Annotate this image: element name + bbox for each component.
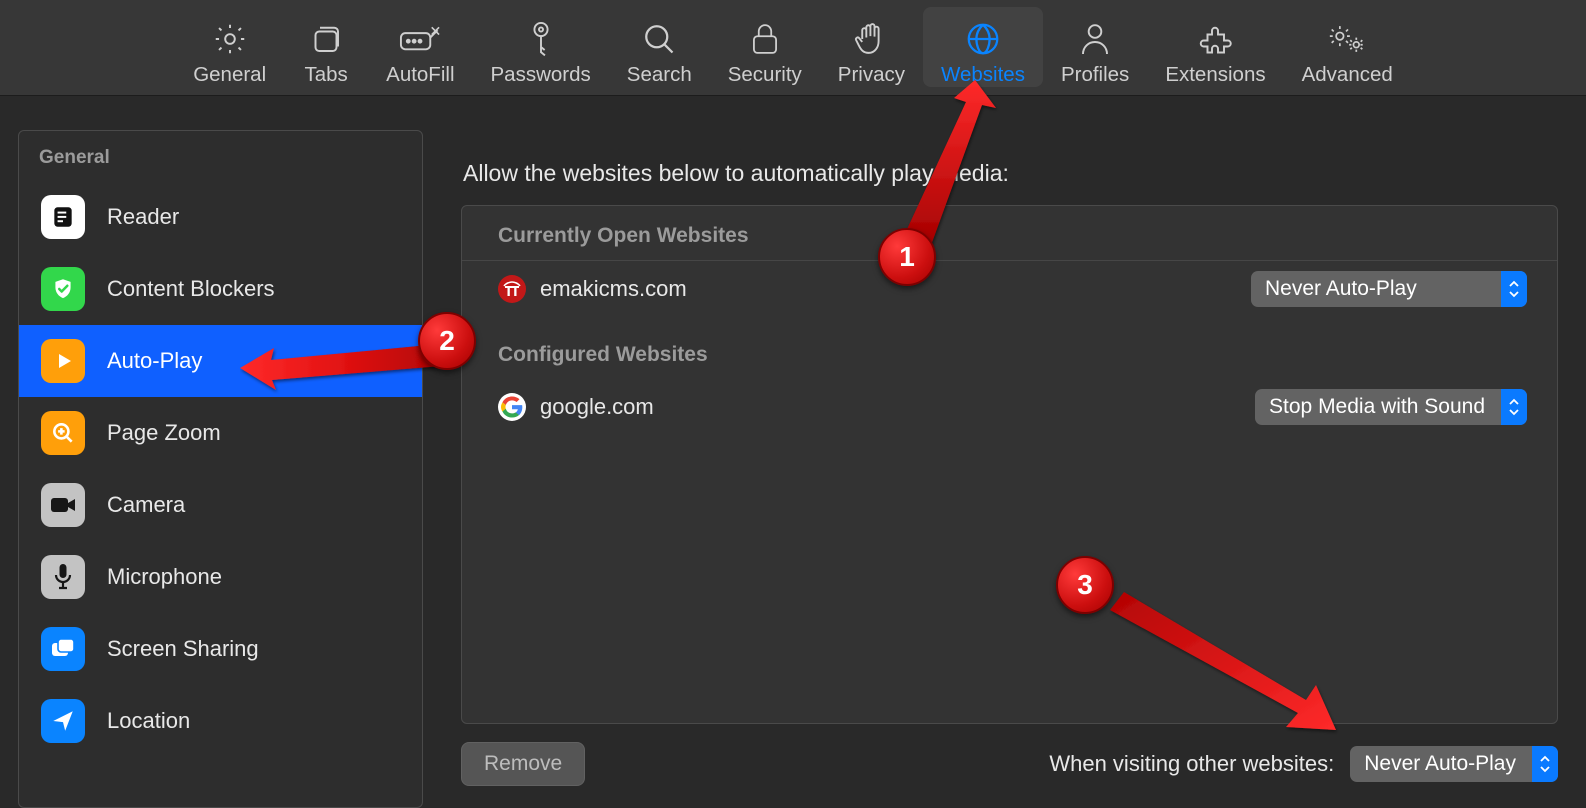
tab-autofill[interactable]: AutoFill	[368, 7, 472, 87]
tab-label: Advanced	[1302, 63, 1393, 87]
stepper-icon	[1532, 746, 1558, 782]
zoom-icon	[41, 411, 85, 455]
sidebar-section-header: General	[19, 131, 422, 181]
tab-privacy[interactable]: Privacy	[820, 7, 923, 87]
sidebar-item-label: Location	[107, 708, 190, 734]
search-icon	[641, 19, 677, 59]
tab-tabs[interactable]: Tabs	[284, 7, 368, 87]
autoplay-settings-panel: Allow the websites below to automaticall…	[433, 96, 1586, 808]
stepper-icon	[1501, 389, 1527, 425]
tab-label: Websites	[941, 63, 1025, 87]
tab-passwords[interactable]: Passwords	[473, 7, 609, 87]
sidebar-item-label: Screen Sharing	[107, 636, 259, 662]
sidebar-item-page-zoom[interactable]: Page Zoom	[19, 397, 422, 469]
sidebar-item-camera[interactable]: Camera	[19, 469, 422, 541]
tab-label: AutoFill	[386, 63, 454, 87]
policy-select-value: Stop Media with Sound	[1255, 395, 1501, 419]
policy-select[interactable]: Never Auto-Play	[1251, 271, 1527, 307]
gear-icon	[212, 19, 248, 59]
windows-icon	[41, 627, 85, 671]
sidebar-item-label: Microphone	[107, 564, 222, 590]
globe-icon	[965, 19, 1001, 59]
location-arrow-icon	[41, 699, 85, 743]
site-domain: emakicms.com	[540, 276, 687, 302]
policy-select[interactable]: Stop Media with Sound	[1255, 389, 1527, 425]
policy-select-value: Never Auto-Play	[1350, 752, 1532, 776]
tab-label: Privacy	[838, 63, 905, 87]
tab-security[interactable]: Security	[710, 7, 820, 87]
footer-row: Remove When visiting other websites: Nev…	[461, 740, 1558, 788]
configured-header: Configured Websites	[462, 317, 1557, 379]
sidebar-item-label: Auto-Play	[107, 348, 202, 374]
sidebar-item-label: Content Blockers	[107, 276, 275, 302]
person-icon	[1078, 19, 1112, 59]
tab-advanced[interactable]: Advanced	[1284, 7, 1411, 87]
sidebar-item-label: Page Zoom	[107, 420, 221, 446]
tab-websites[interactable]: Websites	[923, 7, 1043, 87]
tab-search[interactable]: Search	[609, 7, 710, 87]
shield-icon	[41, 267, 85, 311]
reader-icon	[41, 195, 85, 239]
remove-button[interactable]: Remove	[461, 742, 585, 786]
sidebar-item-screen-sharing[interactable]: Screen Sharing	[19, 613, 422, 685]
site-favicon-icon	[498, 275, 526, 303]
tab-label: Extensions	[1165, 63, 1265, 87]
sidebar-item-location[interactable]: Location	[19, 685, 422, 757]
preferences-toolbar: General Tabs AutoFill Passwords Search S…	[0, 0, 1586, 96]
sidebar-item-auto-play[interactable]: Auto-Play	[19, 325, 422, 397]
currently-open-header: Currently Open Websites	[462, 206, 1557, 261]
site-favicon-icon	[498, 393, 526, 421]
default-policy-select[interactable]: Never Auto-Play	[1350, 746, 1558, 782]
stepper-icon	[1501, 271, 1527, 307]
website-list-box: Currently Open Websites emakicms.com Nev…	[461, 205, 1558, 724]
footer-label: When visiting other websites:	[1049, 751, 1334, 777]
tabs-icon	[308, 19, 344, 59]
tab-label: Tabs	[304, 63, 347, 87]
puzzle-icon	[1197, 19, 1233, 59]
sidebar-item-microphone[interactable]: Microphone	[19, 541, 422, 613]
autofill-icon	[398, 19, 442, 59]
website-row[interactable]: emakicms.com Never Auto-Play	[462, 261, 1557, 317]
website-row[interactable]: google.com Stop Media with Sound	[462, 379, 1557, 435]
sidebar-item-label: Reader	[107, 204, 179, 230]
tab-label: Search	[627, 63, 692, 87]
play-icon	[41, 339, 85, 383]
tab-label: Profiles	[1061, 63, 1129, 87]
tab-label: Passwords	[491, 63, 591, 87]
lock-icon	[749, 19, 781, 59]
site-domain: google.com	[540, 394, 654, 420]
key-icon	[525, 19, 557, 59]
camera-icon	[41, 483, 85, 527]
tab-extensions[interactable]: Extensions	[1147, 7, 1283, 87]
tab-label: Security	[728, 63, 802, 87]
sidebar-item-content-blockers[interactable]: Content Blockers	[19, 253, 422, 325]
website-settings-sidebar: General Reader Content Blockers Auto-Pla…	[18, 130, 423, 808]
sidebar-item-label: Camera	[107, 492, 185, 518]
hand-icon	[854, 19, 888, 59]
panel-title: Allow the websites below to automaticall…	[463, 160, 1558, 187]
tab-label: General	[193, 63, 266, 87]
policy-select-value: Never Auto-Play	[1251, 277, 1501, 301]
tab-profiles[interactable]: Profiles	[1043, 7, 1147, 87]
gears-icon	[1327, 19, 1367, 59]
tab-general[interactable]: General	[175, 7, 284, 87]
microphone-icon	[41, 555, 85, 599]
sidebar-item-reader[interactable]: Reader	[19, 181, 422, 253]
